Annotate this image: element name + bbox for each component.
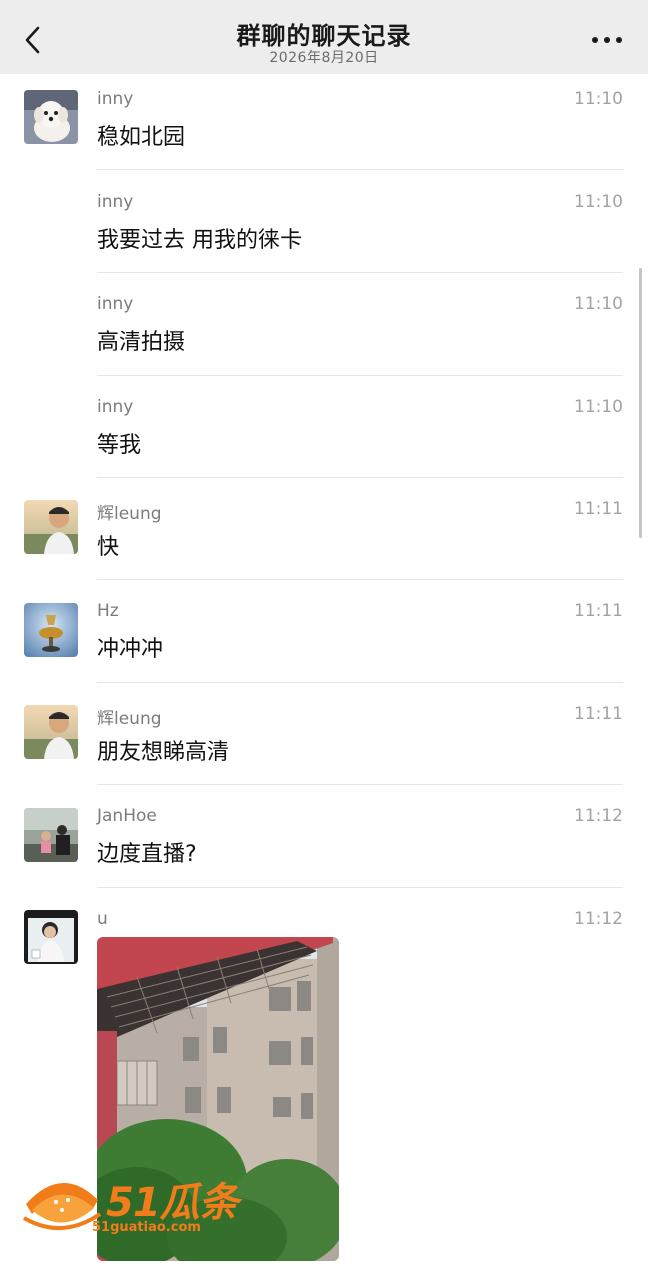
message-time: 11:12: [574, 806, 623, 826]
message-item[interactable]: inny 11:10 我要过去 用我的徕卡: [0, 191, 648, 273]
sender-name: inny: [97, 89, 134, 109]
message-item[interactable]: inny 11:10 高清拍摄: [0, 293, 648, 376]
divider: [97, 887, 623, 888]
message-text: 等我: [97, 433, 142, 458]
divider: [97, 784, 623, 785]
message-text: 我要过去 用我的徕卡: [97, 228, 302, 253]
message-text: 快: [97, 535, 120, 560]
message-text: 朋友想睇高清: [97, 740, 230, 765]
message-item[interactable]: inny 11:10 稳如北园: [0, 88, 648, 170]
people-outdoor-avatar[interactable]: [24, 808, 78, 862]
message-text: 稳如北园: [97, 125, 186, 150]
message-text: 高清拍摄: [97, 330, 186, 355]
message-item[interactable]: inny 11:10 等我: [0, 396, 648, 478]
message-time: 11:10: [574, 294, 623, 314]
watermark-url: 51guatiao.com: [92, 1220, 201, 1235]
divider: [97, 682, 623, 683]
chat-history-page: 群聊的聊天记录 2026年8月20日 inny 11:10 稳如北园 inny …: [0, 0, 648, 1280]
sender-name: inny: [97, 397, 134, 417]
watermelon-logo-icon: [22, 1182, 102, 1230]
message-time: 11:11: [574, 499, 623, 519]
message-item[interactable]: 辉leung 11:11 朋友想睇高清: [0, 703, 648, 785]
message-time: 11:10: [574, 89, 623, 109]
sender-name: u: [97, 909, 108, 929]
message-text: 边度直播?: [97, 842, 197, 867]
sender-name: inny: [97, 294, 134, 314]
page-title: 群聊的聊天记录: [236, 22, 412, 50]
watermark-logo: 51瓜条 51guatiao.com: [22, 1168, 262, 1240]
white-dog-avatar[interactable]: [24, 90, 78, 144]
sender-name: 辉leung: [97, 709, 162, 729]
divider: [97, 169, 623, 170]
divider: [97, 579, 623, 580]
man-sunset-avatar[interactable]: [24, 705, 78, 759]
message-time: 11:11: [574, 704, 623, 724]
message-text: 冲冲冲: [97, 637, 164, 662]
page-date: 2026年8月20日: [269, 50, 379, 66]
sender-name: Hz: [97, 601, 119, 621]
man-sunset-avatar[interactable]: [24, 500, 78, 554]
message-time: 11:10: [574, 192, 623, 212]
message-time: 11:11: [574, 601, 623, 621]
sender-name: JanHoe: [97, 806, 157, 826]
sender-name: inny: [97, 192, 134, 212]
divider: [97, 477, 623, 478]
divider: [97, 375, 623, 376]
message-time: 11:12: [574, 909, 623, 929]
message-time: 11:10: [574, 397, 623, 417]
scrollbar[interactable]: [639, 268, 642, 538]
message-item[interactable]: JanHoe 11:12 边度直播?: [0, 805, 648, 888]
more-button[interactable]: [590, 30, 624, 50]
message-item[interactable]: 辉leung 11:11 快: [0, 498, 648, 580]
girl-photo-avatar[interactable]: [24, 910, 78, 964]
divider: [97, 272, 623, 273]
sender-name: 辉leung: [97, 504, 162, 524]
nav-header: 群聊的聊天记录 2026年8月20日: [0, 0, 648, 74]
message-item[interactable]: Hz 11:11 冲冲冲: [0, 600, 648, 683]
trophy-sky-avatar[interactable]: [24, 603, 78, 657]
